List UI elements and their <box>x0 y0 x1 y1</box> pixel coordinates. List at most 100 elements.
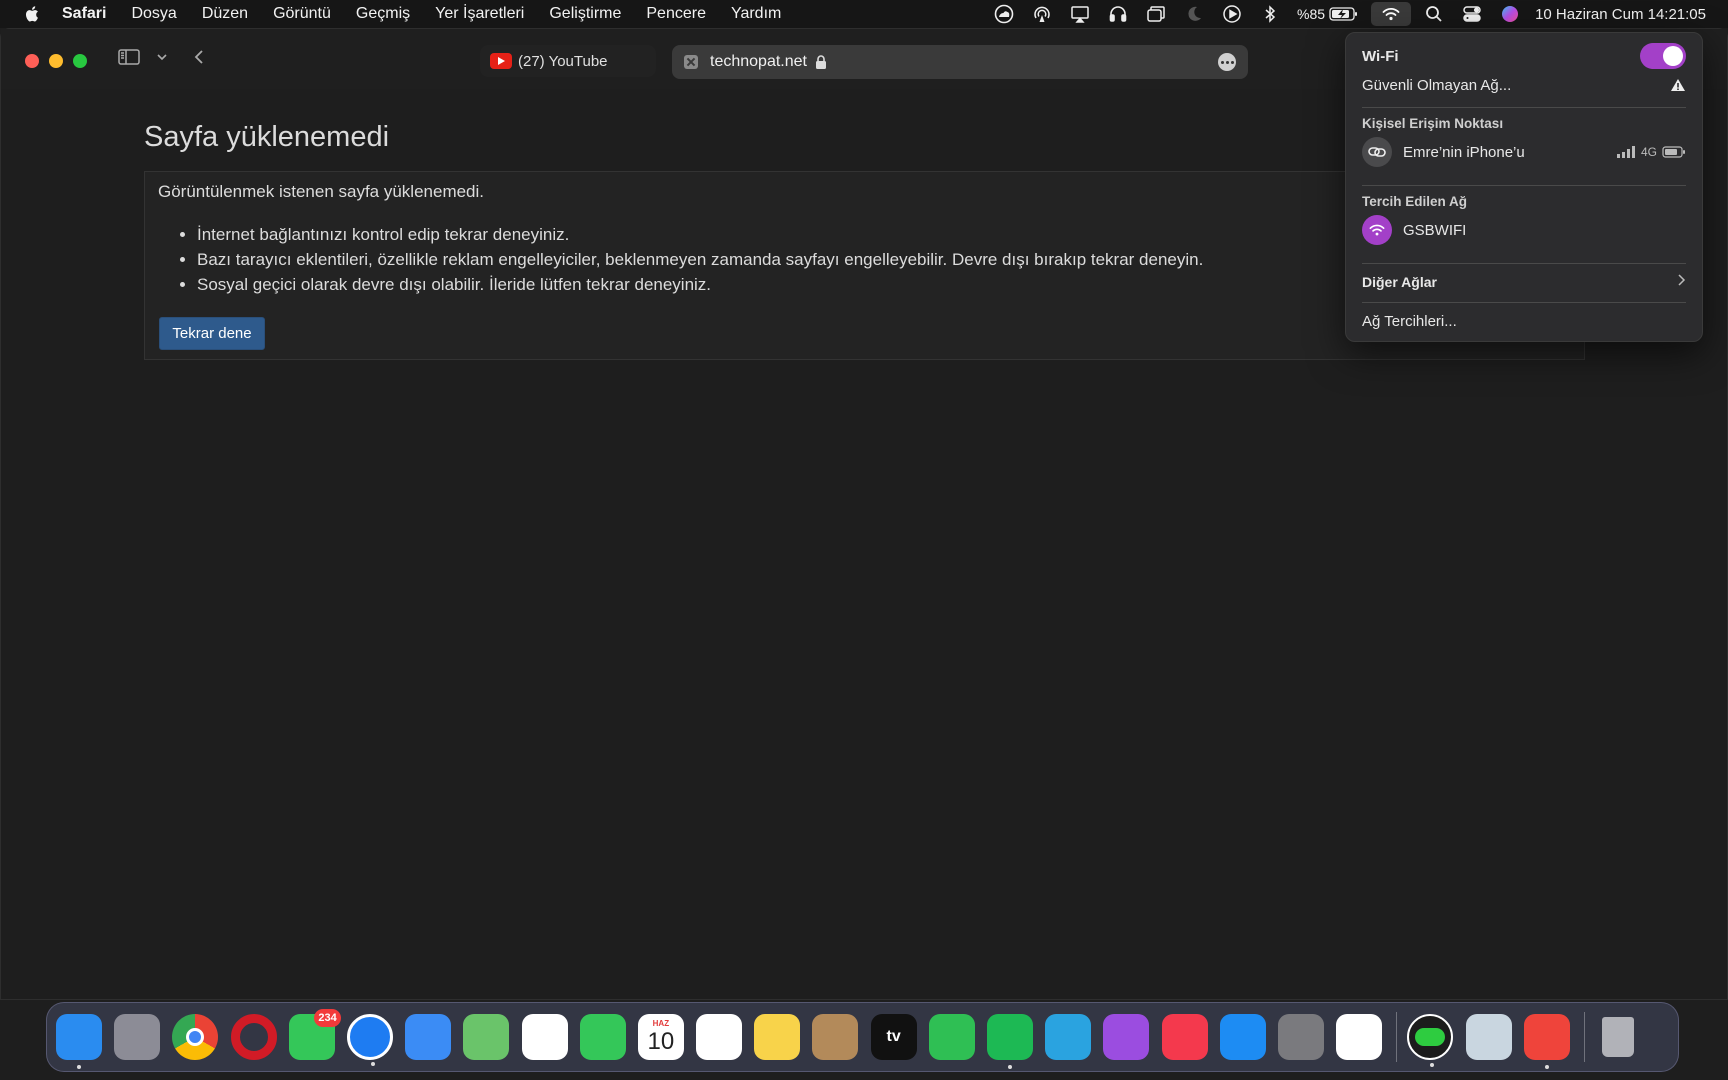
wifi-icon[interactable] <box>1371 2 1412 26</box>
page-title: Sayfa yüklenemedi <box>144 121 390 153</box>
dock-separator <box>1396 1012 1398 1062</box>
hotspot-item[interactable]: Emre’nin iPhone’u 4G <box>1362 135 1686 169</box>
dock-app-cloud-app[interactable] <box>1407 1014 1454 1067</box>
dock-app-reminders[interactable] <box>696 1014 743 1060</box>
hotspot-link-icon <box>1362 137 1392 167</box>
headphones-icon[interactable] <box>1107 4 1129 24</box>
sidebar-toggle-button[interactable] <box>117 47 141 67</box>
dock-separator <box>1583 1012 1585 1062</box>
dock-app-messages[interactable]: 234 <box>288 1009 341 1060</box>
menu-file[interactable]: Dosya <box>131 5 176 23</box>
menu-bookmarks[interactable]: Yer İşaretleri <box>435 5 524 23</box>
battery-status[interactable]: %85 <box>1297 6 1359 22</box>
lock-icon <box>815 54 827 70</box>
network-preferences-label: Ağ Tercihleri... <box>1362 312 1457 330</box>
menu-app-safari[interactable]: Safari <box>62 5 106 23</box>
menu-edit[interactable]: Düzen <box>202 5 248 23</box>
menu-history[interactable]: Geçmiş <box>356 5 410 23</box>
dock-app-apple-tv[interactable]: tv <box>870 1014 917 1060</box>
dock-app-vscode[interactable] <box>1336 1014 1383 1060</box>
dock-app-music[interactable] <box>1161 1014 1208 1060</box>
close-window-button[interactable] <box>25 54 39 68</box>
menu-help[interactable]: Yardım <box>731 5 781 23</box>
dock-app-photos[interactable] <box>521 1014 568 1060</box>
dock-app-maps[interactable] <box>463 1014 510 1060</box>
menu-window[interactable]: Pencere <box>646 5 706 23</box>
minimize-window-button[interactable] <box>49 54 63 68</box>
running-indicator <box>370 1062 375 1066</box>
dock-app-preview[interactable] <box>1465 1014 1512 1060</box>
chrome-center <box>186 1028 205 1046</box>
display-icon[interactable] <box>1069 4 1091 24</box>
clock-datetime[interactable]: 10 Haziran Cum 14:21:05 <box>1535 6 1706 23</box>
dock-app-safari[interactable] <box>346 1014 393 1066</box>
divider <box>1362 107 1686 108</box>
dock-app-app-store[interactable] <box>1219 1014 1266 1060</box>
siri-icon[interactable] <box>1499 4 1521 24</box>
search-icon[interactable] <box>1423 4 1445 24</box>
dock-app-calendar[interactable]: HAZ 10 <box>637 1014 684 1060</box>
dock-app-anydesk[interactable] <box>1523 1014 1570 1069</box>
sidebar-icon <box>118 49 140 65</box>
divider <box>1362 263 1686 264</box>
menu-develop[interactable]: Geliştirme <box>549 5 621 23</box>
dock-app-whatsapp[interactable] <box>928 1014 975 1060</box>
calendar-day: 10 <box>647 1028 675 1055</box>
dock-app-finder[interactable] <box>56 1014 102 1069</box>
dock-app-facetime[interactable] <box>579 1014 626 1060</box>
dock-app-telegram[interactable] <box>1045 1014 1092 1060</box>
cellular-signal-icon <box>1616 146 1635 158</box>
menu-view[interactable]: Görüntü <box>273 5 331 23</box>
dock-app-podcasts[interactable] <box>1103 1014 1150 1060</box>
moon-icon[interactable] <box>1183 4 1205 24</box>
window-icon[interactable] <box>1145 4 1167 24</box>
back-button[interactable] <box>191 47 207 67</box>
preferred-network-name: GSBWIFI <box>1403 221 1467 239</box>
dock-app-launchpad[interactable] <box>114 1014 161 1060</box>
play-icon[interactable] <box>1221 4 1243 24</box>
apple-icon[interactable] <box>22 4 42 24</box>
list-item: Sosyal geçici olarak devre dışı olabilir… <box>197 272 1203 297</box>
fullscreen-window-button[interactable] <box>73 54 87 68</box>
dock-app-mail[interactable] <box>405 1014 452 1060</box>
dock-app-notes[interactable] <box>754 1014 801 1060</box>
dock-app-system-preferences[interactable] <box>1277 1014 1324 1060</box>
network-preferences-item[interactable]: Ağ Tercihleri... <box>1362 309 1686 333</box>
other-networks-label: Diğer Ağlar <box>1362 274 1437 290</box>
close-tab-icon[interactable] <box>684 55 698 69</box>
control-center-icon[interactable] <box>1461 4 1483 24</box>
wifi-menu-title: Wi-Fi <box>1362 47 1399 65</box>
creative-cloud-icon[interactable] <box>993 4 1015 24</box>
hotspot-battery-icon <box>1662 146 1685 158</box>
dock-app-spotify[interactable] <box>987 1014 1033 1069</box>
wifi-menu: Wi-Fi Güvenli Olmayan Ağ... Kişisel Eriş… <box>1345 32 1703 342</box>
other-networks-item[interactable]: Diğer Ağlar <box>1362 270 1686 294</box>
dock: 234 HAZ 10 tv <box>46 1002 1679 1072</box>
dock-app-trash[interactable] <box>1595 1014 1641 1060</box>
retry-button[interactable]: Tekrar dene <box>159 317 265 350</box>
tab-group-dropdown[interactable] <box>155 47 169 67</box>
chevron-right-icon <box>1676 273 1686 291</box>
airdrop-icon[interactable] <box>1031 4 1053 24</box>
current-network-item[interactable]: Güvenli Olmayan Ağ... <box>1362 73 1686 97</box>
current-network-name: Güvenli Olmayan Ağ... <box>1362 76 1512 94</box>
chevron-left-icon <box>194 50 203 64</box>
tab-youtube-label: (27) YouTube <box>518 52 608 70</box>
warning-icon <box>1670 78 1686 92</box>
divider <box>1362 185 1686 186</box>
notification-badge: 234 <box>314 1009 341 1027</box>
trash-can-icon <box>1601 1017 1634 1057</box>
dock-app-chrome[interactable] <box>172 1014 219 1060</box>
dock-app-opera[interactable] <box>230 1014 277 1060</box>
running-indicator <box>1430 1063 1435 1067</box>
bluetooth-icon[interactable] <box>1259 4 1281 24</box>
dock-app-contacts[interactable] <box>812 1014 859 1060</box>
wifi-toggle[interactable] <box>1640 43 1686 69</box>
address-bar[interactable]: technopat.net <box>672 45 1248 79</box>
preferred-section-title: Tercih Edilen Ağ <box>1362 193 1468 209</box>
battery-percent: %85 <box>1297 6 1326 22</box>
running-indicator <box>77 1065 81 1069</box>
more-options-icon[interactable] <box>1218 53 1236 71</box>
tab-youtube[interactable]: (27) YouTube <box>480 45 656 77</box>
preferred-network-item[interactable]: GSBWIFI <box>1362 213 1686 247</box>
